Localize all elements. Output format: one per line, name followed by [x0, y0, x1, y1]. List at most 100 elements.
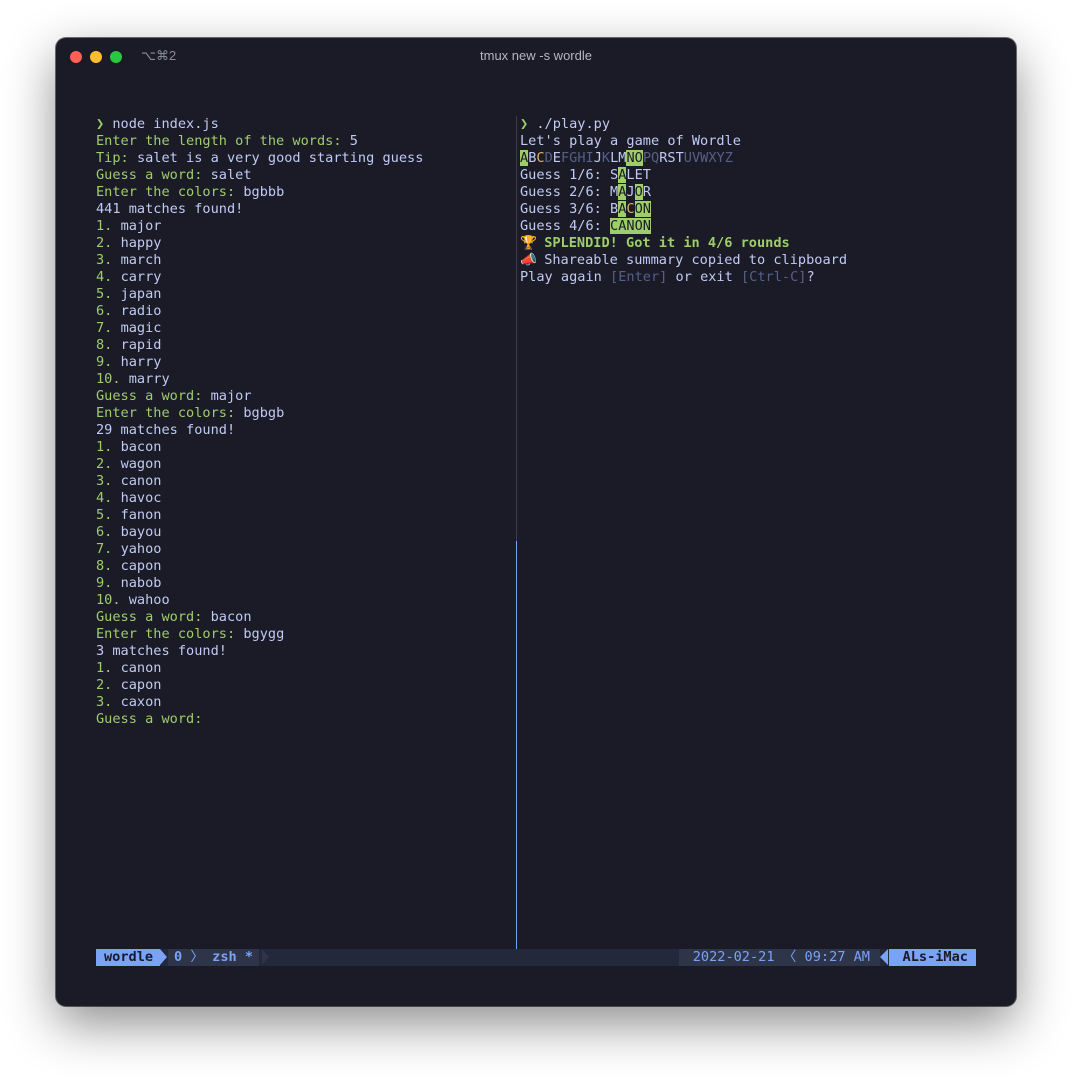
length-value: 5 [349, 133, 358, 149]
result-word: caxon [120, 694, 162, 710]
status-date: 2022-02-21 [692, 949, 775, 965]
keyboard-letter: D [544, 150, 553, 166]
tmux-status-bar: wordle 0 〉 zsh * 2022-02-21 〈 09:27 AM A… [96, 949, 976, 966]
result-number: 3. [96, 694, 113, 710]
win-line: 🏆 SPLENDID! Got it in 4/6 rounds [520, 235, 980, 252]
result-number: 4. [96, 269, 113, 285]
result-row: 8. capon [96, 558, 512, 575]
result-number: 7. [96, 541, 113, 557]
keyboard-letter: U [683, 150, 692, 166]
result-word: bayou [120, 524, 162, 540]
result-row: 4. carry [96, 269, 512, 286]
guess-row: Guess 1/6: SALET [520, 167, 980, 184]
result-number: 3. [96, 473, 113, 489]
result-number: 6. [96, 524, 113, 540]
result-row: 7. magic [96, 320, 512, 337]
pane-divider-active [516, 541, 517, 949]
result-row: 2. happy [96, 235, 512, 252]
result-row: 5. japan [96, 286, 512, 303]
result-word: japan [120, 286, 162, 302]
result-word: nabob [120, 575, 162, 591]
guess-tile: J [626, 184, 635, 200]
result-number: 9. [96, 354, 113, 370]
enter-hint: [Enter] [610, 269, 668, 285]
keyboard-letter: I [585, 150, 594, 166]
matches-count: 29 matches found! [96, 422, 236, 438]
result-row: 3. canon [96, 473, 512, 490]
result-number: 7. [96, 320, 113, 336]
result-number: 10. [96, 371, 121, 387]
prompt-chevron-icon: ❯ [520, 116, 529, 132]
result-row: 8. rapid [96, 337, 512, 354]
guess-word: major [210, 388, 252, 404]
guess-label: Guess 3/6: [520, 201, 602, 217]
result-row: 2. wagon [96, 456, 512, 473]
keyboard-letter: Y [716, 150, 725, 166]
result-word: yahoo [120, 541, 162, 557]
result-word: bacon [120, 439, 162, 455]
result-number: 5. [96, 507, 113, 523]
keyboard-letter: E [552, 150, 561, 166]
matches-line: 441 matches found! [96, 201, 512, 218]
result-word: havoc [120, 490, 162, 506]
keyboard-letter: H [577, 150, 586, 166]
result-number: 1. [96, 218, 113, 234]
terminal-window: ⌥⌘2 tmux new -s wordle ❯ node index.js En… [56, 38, 1016, 1006]
share-message: Shareable summary copied to clipboard [544, 252, 848, 268]
title-bar: ⌥⌘2 tmux new -s wordle [56, 38, 1016, 74]
result-row: 7. yahoo [96, 541, 512, 558]
colors-label: Enter the colors: [96, 184, 236, 200]
result-number: 2. [96, 235, 113, 251]
guess-row: Guess 2/6: MAJOR [520, 184, 980, 201]
result-number: 2. [96, 677, 113, 693]
guess-label: Guess a word: [96, 609, 203, 625]
result-number: 3. [96, 252, 113, 268]
result-word: wagon [120, 456, 162, 472]
result-row: 1. bacon [96, 439, 512, 456]
result-word: harry [120, 354, 162, 370]
guess-tile: C [610, 218, 619, 234]
window-index: 0 [174, 949, 183, 965]
result-number: 8. [96, 558, 113, 574]
status-datetime: 2022-02-21 〈 09:27 AM [678, 949, 880, 966]
guess-label: Guess 1/6: [520, 167, 602, 183]
matches-count: 3 matches found! [96, 643, 227, 659]
result-row: 1. canon [96, 660, 512, 677]
length-label: Enter the length of the words: [96, 133, 342, 149]
result-number: 4. [96, 490, 113, 506]
left-pane-solver[interactable]: ❯ node index.js Enter the length of the w… [96, 116, 512, 728]
tip-text: salet is a very good starting guess [136, 150, 424, 166]
keyboard-letter: J [593, 150, 602, 166]
guess-label: Guess 4/6: [520, 218, 602, 234]
play-again-line: Play again [Enter] or exit [Ctrl-C]? [520, 269, 980, 286]
guess-line: Guess a word: major [96, 388, 512, 405]
result-word: capon [120, 558, 162, 574]
command-line: ❯ ./play.py [520, 116, 980, 133]
result-row: 3. march [96, 252, 512, 269]
right-pane-game[interactable]: ❯ ./play.py Let's play a game of Wordle AB… [520, 116, 980, 286]
tmux-window-tab[interactable]: 0 〉 zsh * [168, 949, 260, 966]
keyboard-letter: F [560, 150, 570, 166]
keyboard-letter: Q [651, 150, 660, 166]
guess-tile: O [634, 201, 643, 217]
result-row: 3. caxon [96, 694, 512, 711]
result-word: radio [120, 303, 162, 319]
colors-label: Enter the colors: [96, 626, 236, 642]
window-separator: 〉 [190, 949, 204, 965]
colors-line: Enter the colors: bgygg [96, 626, 512, 643]
guess-word: bacon [210, 609, 252, 625]
tmux-session-name[interactable]: wordle [96, 949, 161, 966]
colors-value: bgbgb [243, 405, 285, 421]
guess-tile: L [626, 167, 635, 183]
intro-text: Let's play a game of Wordle [520, 133, 741, 149]
result-row: 9. nabob [96, 575, 512, 592]
exit-hint: [Ctrl-C] [741, 269, 807, 285]
result-number: 6. [96, 303, 113, 319]
status-hostname: ALs-iMac [888, 949, 976, 966]
guess-label: Guess 2/6: [520, 184, 602, 200]
trophy-icon: 🏆 [520, 235, 537, 251]
keyboard-line: ABCDEFGHIJKLMNOPQRSTUVWXYZ [520, 150, 980, 167]
result-word: fanon [120, 507, 162, 523]
keyboard-letter: S [667, 150, 676, 166]
colors-value: bgygg [243, 626, 285, 642]
